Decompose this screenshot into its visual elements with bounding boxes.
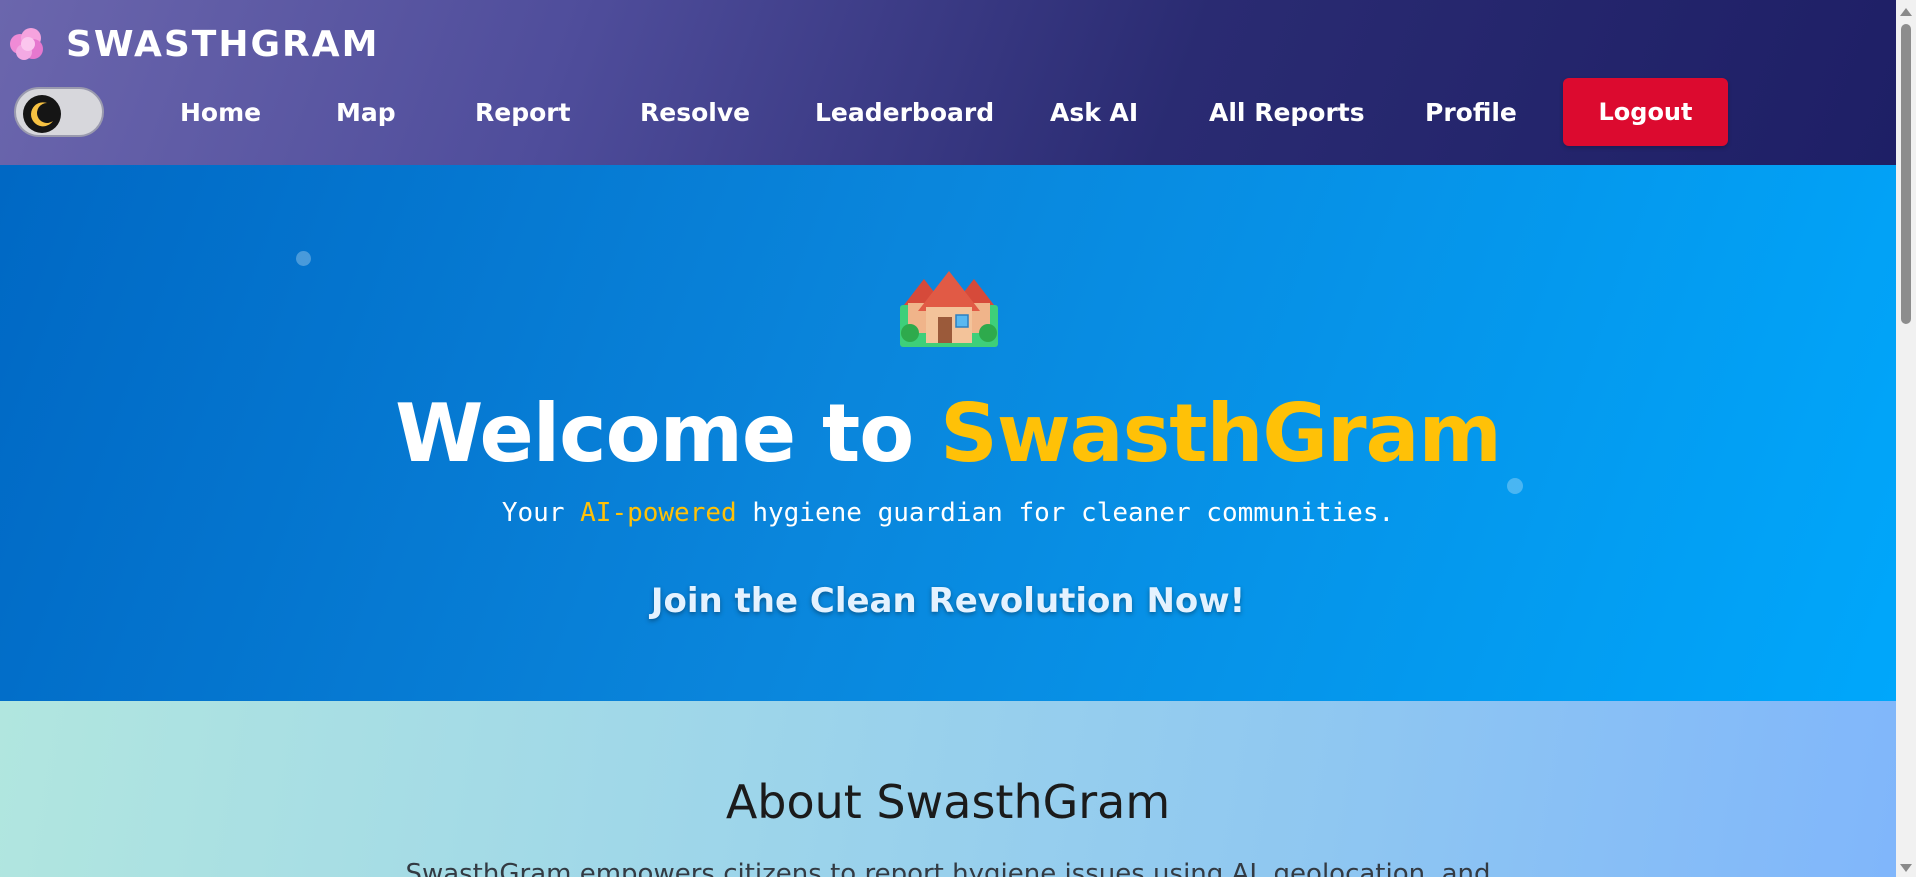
hero-subtitle-accent: AI-powered: [580, 498, 737, 528]
page: SWASTHGRAM Home Map Report Resolve Leade…: [0, 0, 1896, 877]
about-title: About SwasthGram: [725, 775, 1171, 829]
nav-report[interactable]: Report: [475, 90, 571, 135]
scrollbar-thumb[interactable]: [1901, 24, 1911, 324]
brand[interactable]: SWASTHGRAM: [6, 22, 379, 66]
scroll-up-icon[interactable]: [1900, 8, 1912, 16]
nav-resolve[interactable]: Resolve: [640, 90, 750, 135]
navbar: SWASTHGRAM Home Map Report Resolve Leade…: [0, 0, 1896, 165]
brand-title: SWASTHGRAM: [66, 23, 380, 65]
vertical-scrollbar[interactable]: [1896, 0, 1916, 877]
hero-title-prefix: Welcome to: [395, 387, 941, 480]
hero-cta[interactable]: Join the Clean Revolution Now!: [0, 581, 1896, 621]
nav-home[interactable]: Home: [180, 90, 261, 135]
hero-title-accent: SwasthGram: [940, 387, 1502, 480]
cloud-blob-icon: [10, 28, 43, 60]
logout-button[interactable]: Logout: [1563, 78, 1728, 146]
nav-ask-ai[interactable]: Ask AI: [1050, 90, 1138, 135]
scroll-down-icon[interactable]: [1900, 864, 1912, 872]
nav-all-reports[interactable]: All Reports: [1209, 90, 1365, 135]
decorative-dot: [1507, 478, 1523, 494]
hero-title: Welcome to SwasthGram: [0, 387, 1896, 480]
hero-subtitle-pre: Your: [501, 498, 581, 528]
nav-leaderboard[interactable]: Leaderboard: [815, 90, 994, 135]
hero-section: Welcome to SwasthGram Your AI-powered hy…: [0, 165, 1896, 701]
hero-subtitle-post: hygiene guardian for cleaner communities…: [736, 498, 1395, 528]
nav-profile[interactable]: Profile: [1425, 90, 1517, 135]
about-text: SwasthGram empowers citizens to report h…: [405, 859, 1491, 877]
theme-toggle[interactable]: [14, 87, 104, 137]
nav-map[interactable]: Map: [336, 90, 396, 135]
decorative-dot: [296, 251, 311, 266]
houses-icon: [900, 271, 998, 347]
about-section: About SwasthGram SwasthGram empowers cit…: [0, 701, 1896, 877]
moon-icon: [23, 95, 61, 133]
hero-subtitle: Your AI-powered hygiene guardian for cle…: [0, 498, 1896, 528]
